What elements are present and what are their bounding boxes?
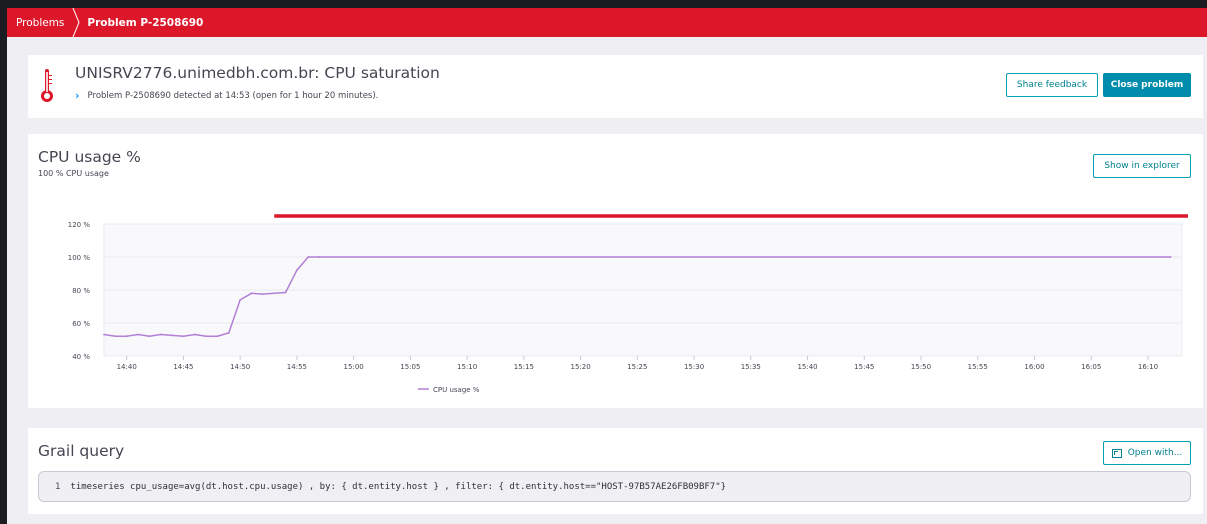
- data-point: [273, 292, 276, 295]
- data-point: [216, 335, 219, 338]
- x-tick-label: 15:35: [741, 363, 761, 371]
- chevron-right-icon: ›: [75, 89, 80, 102]
- data-point: [114, 335, 117, 338]
- x-tick-label: 15:15: [514, 363, 534, 371]
- problem-subtitle: Problem P-2508690 detected at 14:53 (ope…: [87, 90, 379, 101]
- data-point: [148, 335, 151, 338]
- grail-title: Grail query: [38, 442, 125, 460]
- y-tick-label: 60 %: [72, 320, 90, 328]
- data-point: [182, 335, 185, 338]
- chart-title: CPU usage %: [38, 148, 141, 166]
- data-point: [239, 299, 242, 301]
- thermometer-icon: [41, 69, 53, 102]
- problem-header-card: UNISRV2776.unimedbh.com.br: CPU saturati…: [28, 55, 1203, 118]
- cpu-chart-card: 40 % 60 % 80 % 100 % 120 % 14:40 14:45 14:50 14:…: [28, 134, 1203, 408]
- query-editor[interactable]: 1 timeseries cpu_usage=avg(dt.host.cpu.u…: [38, 471, 1191, 502]
- x-tick-label: 16:10: [1138, 363, 1158, 371]
- x-tick-label: 15:00: [344, 363, 364, 371]
- data-point: [193, 333, 196, 336]
- y-tick-label: 100 %: [68, 254, 91, 262]
- show-in-explorer-button[interactable]: Show in explorer: [1093, 154, 1191, 178]
- data-point: [307, 256, 310, 258]
- open-with-icon: [1111, 448, 1122, 458]
- open-with-label: Open with...: [1127, 448, 1183, 458]
- share-feedback-button[interactable]: Share feedback: [1006, 73, 1098, 97]
- y-tick-label: 40 %: [72, 353, 90, 361]
- data-point: [171, 334, 173, 337]
- y-tick-label: 120 %: [68, 221, 91, 229]
- query-text: timeseries cpu_usage=avg(dt.host.cpu.usa…: [70, 481, 727, 492]
- data-point: [159, 333, 162, 336]
- x-tick-label: 15:50: [911, 363, 931, 371]
- x-tick-label: 15:55: [968, 363, 988, 371]
- x-tick-label: 15:30: [684, 363, 704, 371]
- cpu-usage-chart: 40 % 60 % 80 % 100 % 120 % 14:40 14:45 14:50 14:…: [68, 214, 1188, 394]
- data-point: [227, 332, 230, 334]
- x-tick-label: 15:20: [570, 363, 590, 371]
- app-frame: Problems Problem P-2508690 UNISRV2776.un…: [7, 8, 1207, 524]
- data-point: [125, 335, 128, 338]
- x-tick-label: 15:25: [627, 363, 647, 371]
- x-tick-label: 15:40: [797, 363, 817, 371]
- data-point: [296, 269, 298, 272]
- close-problem-button[interactable]: Close problem: [1103, 73, 1191, 97]
- data-point: [318, 256, 321, 258]
- x-tick-label: 15:05: [400, 363, 420, 371]
- data-point: [261, 293, 264, 296]
- x-tick-label: 14:50: [230, 363, 250, 371]
- x-tick-label: 15:10: [457, 363, 477, 371]
- breadcrumb: Problems Problem P-2508690: [7, 8, 1207, 37]
- open-with-button[interactable]: Open with...: [1103, 441, 1191, 465]
- data-point: [284, 291, 287, 294]
- y-tick-label: 80 %: [72, 287, 90, 295]
- data-point: [137, 333, 139, 336]
- x-tick-label: 14:55: [287, 363, 307, 371]
- legend-label: CPU usage %: [433, 386, 480, 394]
- problem-title: UNISRV2776.unimedbh.com.br: CPU saturati…: [75, 64, 440, 82]
- problem-details-toggle[interactable]: › Problem P-2508690 detected at 14:53 (o…: [75, 89, 378, 102]
- data-point: [205, 335, 208, 338]
- x-tick-label: 16:00: [1024, 363, 1044, 371]
- data-point: [103, 333, 105, 336]
- data-point: [1169, 256, 1172, 258]
- x-tick-label: 14:40: [117, 363, 137, 371]
- breadcrumb-current-problem[interactable]: Problem P-2508690: [83, 8, 203, 37]
- x-tick-label: 14:45: [173, 363, 193, 371]
- grail-query-card: Grail query Open with... 1 timeseries cp…: [28, 428, 1203, 514]
- breadcrumb-separator-icon: [69, 8, 83, 37]
- x-tick-label: 15:45: [854, 363, 874, 371]
- x-tick-label: 16:05: [1081, 363, 1101, 371]
- data-point: [250, 292, 253, 295]
- chart-subtitle: 100 % CPU usage: [38, 169, 109, 178]
- breadcrumb-problems[interactable]: Problems: [7, 8, 64, 37]
- line-number: 1: [55, 481, 61, 492]
